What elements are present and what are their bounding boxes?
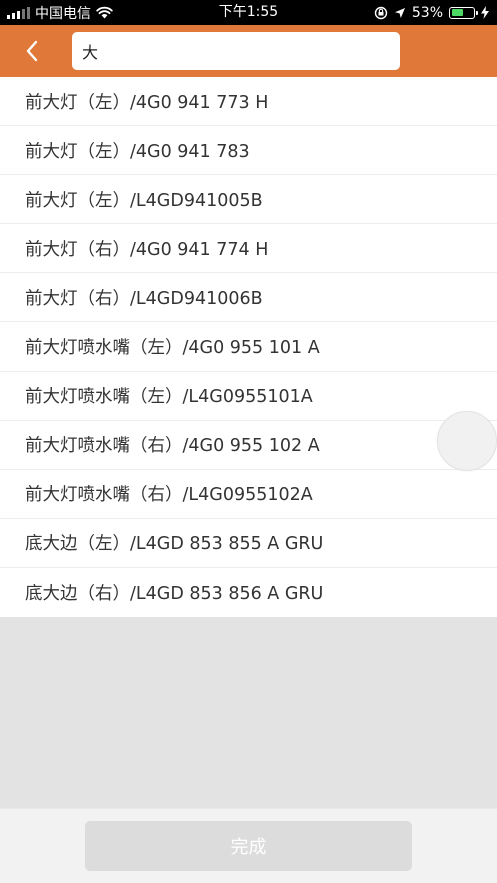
list-item[interactable]: 前大灯喷水嘴（右）/L4G0955102A	[0, 470, 497, 519]
list-item[interactable]: 前大灯（右）/4G0 941 774 H	[0, 224, 497, 274]
chevron-left-icon	[26, 40, 38, 62]
list-item[interactable]: 前大灯喷水嘴（左）/L4G0955101A	[0, 372, 497, 421]
list-item[interactable]: 前大灯喷水嘴（右）/4G0 955 102 A	[0, 421, 497, 470]
status-right: 53%	[374, 0, 489, 25]
search-input[interactable]	[72, 32, 400, 70]
list-item[interactable]: 底大边（右）/L4GD 853 856 A GRU	[0, 568, 497, 617]
location-arrow-icon	[394, 7, 405, 18]
list-item[interactable]: 底大边（左）/L4GD 853 855 A GRU	[0, 519, 497, 568]
results-list: 前大灯（左）/4G0 941 773 H 前大灯（左）/4G0 941 783 前大…	[0, 77, 497, 618]
footer-bar: 完成	[0, 808, 497, 883]
floating-assistive-button[interactable]	[437, 411, 497, 471]
charging-bolt-icon	[481, 6, 489, 19]
list-item[interactable]: 前大灯（右）/L4GD941006B	[0, 273, 497, 323]
rotation-lock-icon	[374, 6, 388, 19]
battery-percent: 53%	[411, 4, 443, 21]
status-bar: 中国电信 下午1:55 53%	[0, 0, 497, 25]
list-item[interactable]: 前大灯（左）/4G0 941 783	[0, 126, 497, 176]
list-item[interactable]: 前大灯（左）/L4GD941005B	[0, 175, 497, 225]
list-item[interactable]: 前大灯喷水嘴（左）/4G0 955 101 A	[0, 322, 497, 372]
nav-bar	[0, 25, 497, 77]
back-button[interactable]	[14, 33, 50, 69]
battery-fill	[451, 9, 463, 16]
list-item[interactable]: 前大灯（左）/4G0 941 773 H	[0, 77, 497, 127]
battery-icon	[449, 6, 478, 19]
done-button[interactable]: 完成	[85, 821, 412, 871]
